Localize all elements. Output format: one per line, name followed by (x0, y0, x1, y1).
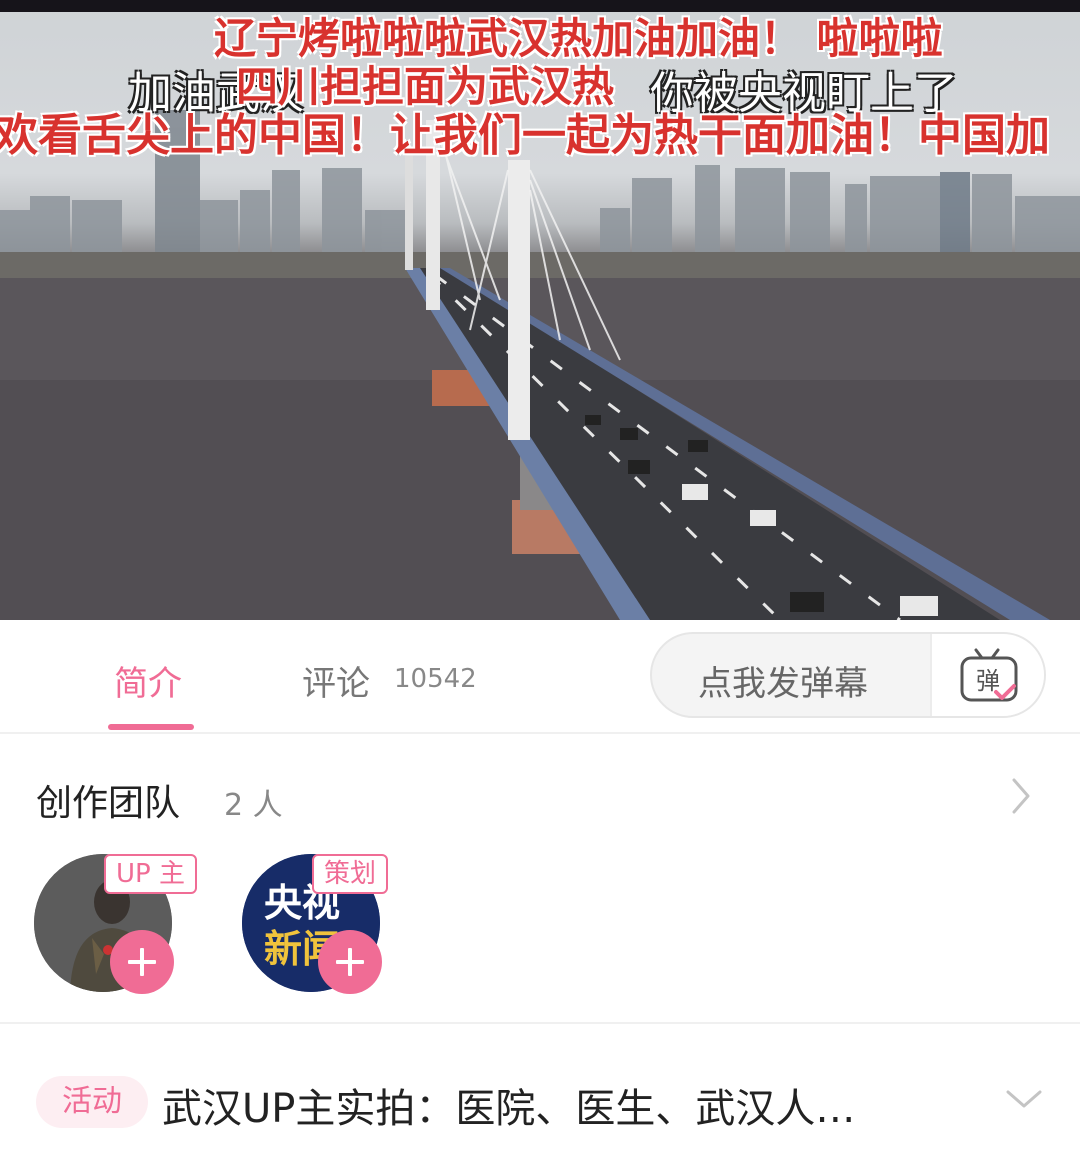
chevron-right-icon[interactable] (1008, 776, 1034, 816)
team-title: 创作团队 (36, 783, 181, 824)
danmaku-toggle-button[interactable]: 弹 (930, 634, 1044, 716)
role-tag-planner: 策划 (312, 854, 389, 894)
team-count: 2 人 (224, 788, 283, 823)
comments-count: 10542 (394, 664, 477, 694)
danmaku-comment: 欢看舌尖上的中国！让我们一起为热干面加油！中国加 (0, 110, 1050, 161)
danmaku-comment: 四川担担面为武汉热 (236, 62, 615, 111)
danmaku-tv-icon: 弹 (960, 648, 1018, 702)
tab-comments[interactable]: 评论 (302, 656, 370, 705)
active-tab-indicator (108, 724, 194, 730)
danmaku-placeholder: 点我发弹幕 (698, 664, 868, 704)
status-strip (0, 0, 1080, 12)
follow-button[interactable] (110, 930, 174, 994)
role-tag-up: UP 主 (104, 854, 197, 894)
section-divider (0, 1022, 1080, 1024)
follow-button[interactable] (318, 930, 382, 994)
video-player[interactable]: 辽宁烤啦啦啦武汉热加油加油！ 啦啦啦 加油武汉 四川担担面为武汉热 你被央视盯上… (0, 0, 1080, 620)
section-divider (0, 732, 1080, 734)
activity-badge: 活动 (36, 1076, 148, 1128)
danmaku-comment: 辽宁烤啦啦啦武汉热加油加油！ 啦啦啦 (214, 14, 943, 63)
tab-intro[interactable]: 简介 (114, 656, 182, 705)
activity-title[interactable]: 武汉UP主实拍：医院、医生、武汉人… (162, 1076, 855, 1134)
chevron-down-icon[interactable] (1004, 1086, 1044, 1112)
danmaku-input[interactable]: 点我发弹幕 弹 (650, 632, 1046, 718)
